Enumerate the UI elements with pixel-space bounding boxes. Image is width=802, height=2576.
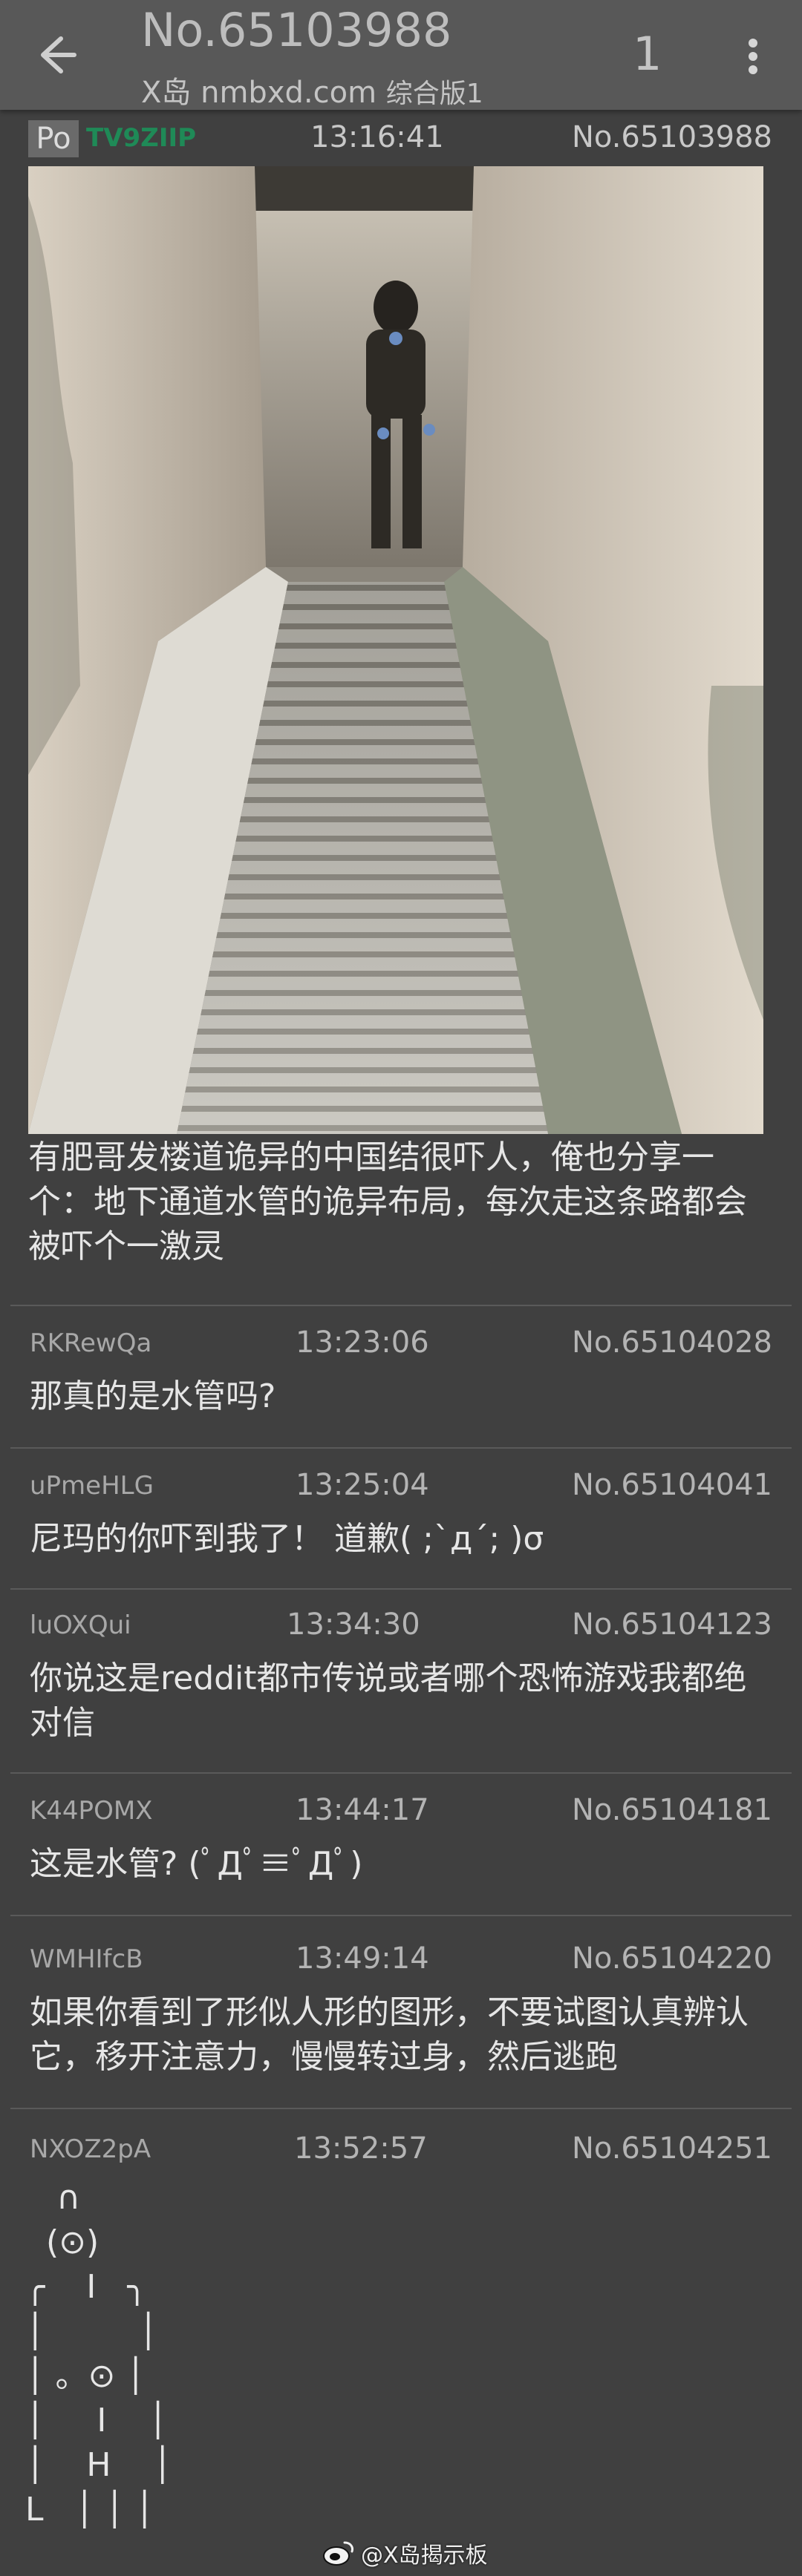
weibo-icon [323,2541,353,2566]
ascii-art-line: │ H │ [25,2446,172,2484]
divider [10,1588,792,1590]
ascii-art-line: ╭ I ╮ [25,2268,147,2306]
divider [10,1772,792,1774]
reply-timestamp: 13:49:14 [296,1941,429,1976]
reply-post-number[interactable]: No.65104251 [572,2131,772,2166]
thread-subtitle: X岛 nmbxd.com 综合版1 [141,68,483,111]
ascii-art-line: │ I │ [25,2402,168,2439]
reply-post-number[interactable]: No.65104181 [572,1793,772,1827]
ascii-art-line: │ │ [25,2313,158,2350]
page-indicator[interactable]: 1 [633,27,662,81]
op-post-number[interactable]: No.65103988 [572,120,772,154]
reply-user-id[interactable]: NXOZ2pA [30,2134,151,2164]
reply-content: 尼玛的你吓到我了！ 道歉( ;`д´; )σ [30,1520,544,1558]
reply-post-number[interactable]: No.65104220 [572,1941,772,1976]
ascii-art-line: L │ │ │ [25,2491,154,2529]
ascii-art-line: (⊙) [25,2223,100,2261]
reply-content: 那真的是水管吗? [30,1377,276,1415]
reply-content: 这是水管? (ﾟДﾟ≡ﾟДﾟ) [30,1845,363,1883]
more-options-icon[interactable] [735,30,771,83]
divider [10,1915,792,1916]
reply-content: 你说这是reddit都市传说或者哪个恐怖游戏我都绝对信 [30,1659,747,1742]
reply-post-number[interactable]: No.65104123 [572,1607,772,1642]
ascii-art-line: ∩ [25,2179,81,2217]
reply-timestamp: 13:23:06 [296,1325,429,1360]
reply-user-id[interactable]: RKRewQa [30,1328,151,1358]
reply-user-id[interactable]: luOXQui [30,1610,131,1640]
op-content: 有肥哥发楼道诡异的中国结很吓人，俺也分享一个：地下通道水管的诡异布局，每次走这条… [28,1138,747,1265]
reply-user-id[interactable]: K44POMX [30,1796,152,1826]
reply-user-id[interactable]: uPmeHLG [30,1471,154,1501]
op-user-id[interactable]: TV9ZIIP [86,123,196,153]
op-timestamp: 13:16:41 [310,120,444,154]
reply-timestamp: 13:25:04 [296,1468,429,1502]
reply-user-id[interactable]: WMHIfcB [30,1944,143,1974]
site-name: X岛 nmbxd.com [141,76,377,110]
ascii-art-line: │ 。⊙ │ [25,2357,146,2395]
watermark: @X岛揭示板 [322,2535,488,2571]
po-badge: Po [28,120,79,157]
reply-timestamp: 13:44:17 [296,1793,429,1827]
divider [10,1305,792,1306]
reply-post-number[interactable]: No.65104028 [572,1325,772,1360]
board-name[interactable]: 综合版1 [386,79,483,109]
op-photo[interactable] [28,166,763,1134]
reply-timestamp: 13:52:57 [294,2131,428,2166]
reply-timestamp: 13:34:30 [287,1607,420,1642]
divider [10,1447,792,1449]
watermark-text: @X岛揭示板 [361,2543,488,2569]
reply-post-number[interactable]: No.65104041 [572,1468,772,1502]
divider [10,2108,792,2109]
op-header: Po TV9ZIIP 13:16:41 No.65103988 [0,113,802,162]
thread-title: No.65103988 [141,3,452,57]
app-bar: No.65103988 X岛 nmbxd.com 综合版1 1 [0,0,802,110]
reply-content: 如果你看到了形似人形的图形，不要试图认真辨认它，移开注意力，慢慢转过身，然后逃跑 [30,1993,749,2076]
back-arrow-icon[interactable] [27,28,80,82]
